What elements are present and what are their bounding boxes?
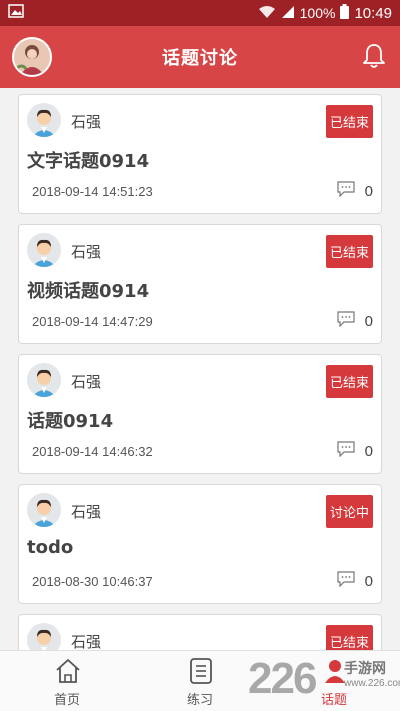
comment-count-value: 0 <box>364 442 373 460</box>
comment-count[interactable]: 0 <box>337 181 373 201</box>
topic-datetime: 2018-09-14 14:46:32 <box>32 444 153 459</box>
topic-card[interactable]: 石强 已结束 视频话题0914 2018-09-14 14:47:29 0 <box>18 224 382 344</box>
comment-icon <box>337 571 355 591</box>
comment-count[interactable]: 0 <box>337 571 373 591</box>
author-name: 石强 <box>71 503 102 521</box>
user-icon <box>322 657 348 685</box>
tab-label: 首页 <box>53 693 80 708</box>
comment-count-value: 0 <box>364 572 373 590</box>
author-avatar <box>27 363 61 397</box>
topic-datetime: 2018-08-30 10:46:37 <box>32 574 153 589</box>
author-avatar <box>27 493 61 527</box>
comment-icon <box>337 311 355 331</box>
topic-title[interactable]: 视频话题0914 <box>27 277 149 303</box>
topic-title[interactable]: 话题0914 <box>27 407 113 433</box>
clock: 10:49 <box>354 4 392 22</box>
tab-label: 话题 <box>320 693 347 708</box>
topic-card[interactable]: 石强 已结束 文字话题0914 2018-09-14 14:51:23 0 <box>18 94 382 214</box>
topic-card[interactable]: 石强 已结束 话题0914 2018-09-14 14:46:32 0 <box>18 354 382 474</box>
author-avatar <box>27 103 61 137</box>
status-bar: 100% 10:49 <box>0 0 400 26</box>
author-name: 石强 <box>71 113 102 131</box>
app-header: 话题讨论 <box>0 26 400 88</box>
bell-icon[interactable] <box>362 43 386 69</box>
status-badge: 已结束 <box>326 365 373 398</box>
topic-title[interactable]: todo <box>27 537 73 558</box>
list-icon <box>188 657 214 685</box>
tab-practice[interactable]: 练习 <box>155 651 245 711</box>
comment-count[interactable]: 0 <box>337 311 373 331</box>
wifi-icon <box>258 5 276 22</box>
signal-icon <box>281 5 295 22</box>
battery-icon <box>340 4 350 22</box>
status-badge: 讨论中 <box>326 495 373 528</box>
comment-count-value: 0 <box>364 312 373 330</box>
page-title: 话题讨论 <box>162 48 238 69</box>
topic-title[interactable]: 文字话题0914 <box>27 147 149 173</box>
comment-icon <box>337 181 355 201</box>
user-avatar[interactable] <box>12 37 52 77</box>
topic-datetime: 2018-09-14 14:47:29 <box>32 314 153 329</box>
comment-count-value: 0 <box>364 182 373 200</box>
topic-card[interactable]: 石强 讨论中 todo 2018-08-30 10:46:37 0 <box>18 484 382 604</box>
author-avatar <box>27 233 61 267</box>
bottom-tab-bar: 首页 练习 话题 <box>0 650 400 711</box>
home-icon <box>55 657 81 685</box>
author-name: 石强 <box>71 243 102 261</box>
battery-percent: 100% <box>299 5 336 21</box>
comment-count[interactable]: 0 <box>337 441 373 461</box>
author-name: 石强 <box>71 633 102 651</box>
author-name: 石强 <box>71 373 102 391</box>
gallery-notification-icon <box>8 4 24 22</box>
comment-icon <box>337 441 355 461</box>
status-badge: 已结束 <box>326 105 373 138</box>
tab-label: 练习 <box>186 693 213 708</box>
tab-topics[interactable]: 话题 <box>289 651 379 711</box>
tab-home[interactable]: 首页 <box>22 651 112 711</box>
status-badge: 已结束 <box>326 235 373 268</box>
topic-datetime: 2018-09-14 14:51:23 <box>32 184 153 199</box>
